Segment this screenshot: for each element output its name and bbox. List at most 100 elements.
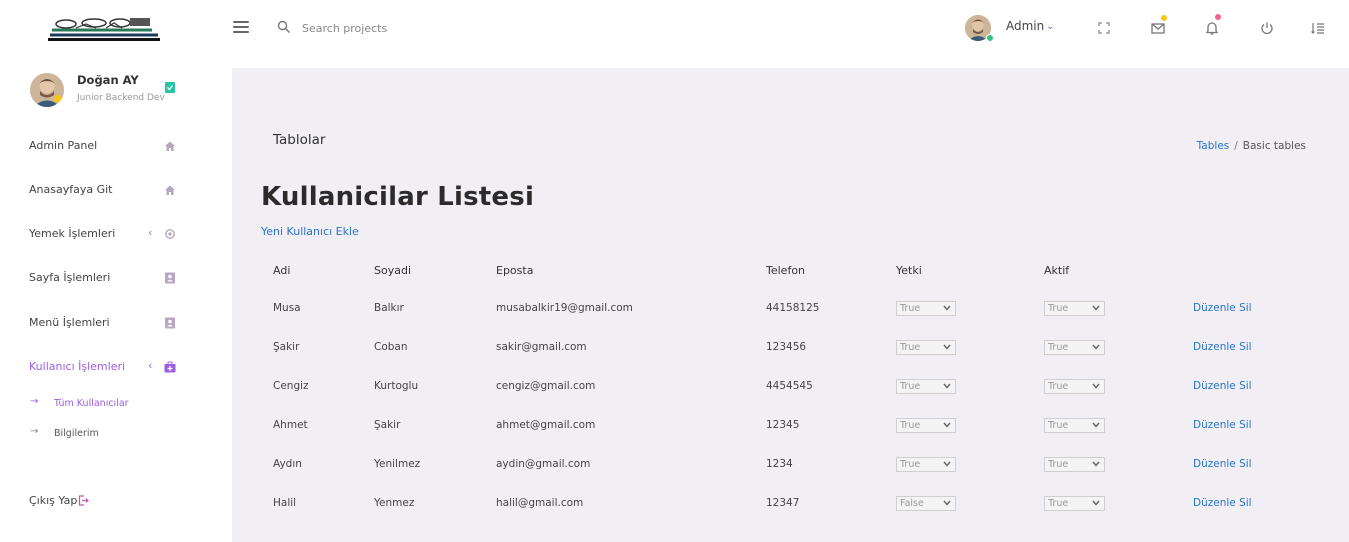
chevron-down-icon (943, 422, 951, 428)
profile-role: Junior Backend Dev (77, 93, 165, 103)
menu-icon[interactable] (233, 21, 249, 35)
row-actions: Düzenle Sil (1193, 341, 1252, 353)
breadcrumb-separator: / (1234, 140, 1238, 152)
sidebar-item-menu[interactable]: Menü İşlemleri (0, 314, 232, 334)
select-value: True (1048, 342, 1069, 353)
aktif-select[interactable]: True (1044, 301, 1105, 316)
table-row: Musa Balkır musabalkir19@gmail.com 44158125… (232, 299, 1349, 319)
column-header-adi: Adi (273, 264, 291, 277)
cell-eposta: ahmet@gmail.com (496, 419, 596, 431)
column-header-telefon: Telefon (766, 264, 806, 277)
delete-link[interactable]: Sil (1239, 380, 1252, 392)
brand-logo[interactable] (46, 16, 162, 42)
sidebar-item-label: Anasayfaya Git (29, 183, 113, 196)
logout-icon[interactable] (78, 495, 89, 506)
sidebar-subitem-bilgilerim[interactable]: → Bilgilerim (0, 426, 232, 442)
edit-link[interactable]: Düzenle (1193, 380, 1236, 392)
column-header-soyadi: Soyadi (374, 264, 412, 277)
select-value: False (900, 498, 924, 509)
select-value: True (900, 459, 921, 470)
bell-icon[interactable] (1204, 20, 1220, 36)
cell-adi: Şakir (273, 341, 300, 353)
arrow-right-icon: → (30, 426, 39, 437)
sidebar-subitem-label: Tüm Kullanıcılar (54, 398, 129, 409)
chevron-left-icon: ‹ (148, 226, 153, 239)
home-icon (165, 141, 175, 151)
table-row: Şakir Coban sakir@gmail.com 123456 True True D… (232, 338, 1349, 358)
fullscreen-icon[interactable] (1096, 20, 1112, 36)
edit-link[interactable]: Düzenle (1193, 341, 1236, 353)
yetki-select[interactable]: True (896, 457, 956, 472)
search-input[interactable] (302, 18, 502, 38)
delete-link[interactable]: Sil (1239, 497, 1252, 509)
sidebar-item-yemek[interactable]: Yemek İşlemleri ‹ (0, 225, 232, 245)
cell-soyadi: Yenmez (374, 497, 415, 509)
select-value: True (900, 303, 921, 314)
select-value: True (1048, 420, 1069, 431)
sidebar-item-label: Kullanıcı İşlemleri (29, 360, 126, 373)
cell-adi: Cengiz (273, 380, 309, 392)
delete-link[interactable]: Sil (1239, 458, 1252, 470)
aktif-select[interactable]: True (1044, 457, 1105, 472)
row-actions: Düzenle Sil (1193, 419, 1252, 431)
user-avatar[interactable] (965, 15, 994, 42)
table-row: Halil Yenmez halil@gmail.com 12347 False True… (232, 494, 1349, 514)
profile-avatar[interactable] (30, 73, 64, 107)
delete-link[interactable]: Sil (1239, 419, 1252, 431)
cell-eposta: sakir@gmail.com (496, 341, 587, 353)
aktif-select[interactable]: True (1044, 340, 1105, 355)
search-icon (277, 20, 290, 33)
profile-name: Doğan AY (77, 73, 139, 87)
target-icon (165, 229, 175, 239)
sidebar-item-admin-panel[interactable]: Admin Panel (0, 137, 232, 157)
cell-telefon: 123456 (766, 341, 807, 353)
edit-link[interactable]: Düzenle (1193, 302, 1236, 314)
cell-eposta: halil@gmail.com (496, 497, 584, 509)
table-row: Ahmet Şakir ahmet@gmail.com 12345 True True Dü… (232, 416, 1349, 436)
delete-link[interactable]: Sil (1239, 341, 1252, 353)
column-header-eposta: Eposta (496, 264, 534, 277)
mail-icon[interactable] (1150, 20, 1166, 36)
delete-link[interactable]: Sil (1239, 302, 1252, 314)
yetki-select[interactable]: False (896, 496, 956, 511)
cell-soyadi: Yenilmez (374, 458, 421, 470)
user-menu-label[interactable]: Admin (1006, 19, 1044, 33)
yetki-select[interactable]: True (896, 301, 956, 316)
top-bar: Admin ⌄ (0, 0, 1349, 68)
aktif-select[interactable]: True (1044, 418, 1105, 433)
row-actions: Düzenle Sil (1193, 380, 1252, 392)
select-value: True (900, 420, 921, 431)
chevron-down-icon (943, 344, 951, 350)
breadcrumb-link-tables[interactable]: Tables (1197, 140, 1230, 152)
mail-badge (1161, 15, 1167, 21)
sidebar-item-kullanici[interactable]: Kullanıcı İşlemleri ‹ (0, 358, 232, 378)
sidebar-item-anasayfa[interactable]: Anasayfaya Git (0, 181, 232, 201)
arrow-right-icon: → (30, 396, 39, 407)
settings-list-icon[interactable] (1310, 20, 1326, 36)
logout-link[interactable]: Çıkış Yap (29, 494, 77, 507)
edit-link[interactable]: Düzenle (1193, 497, 1236, 509)
cell-telefon: 1234 (766, 458, 793, 470)
power-icon[interactable] (1259, 20, 1275, 36)
chevron-down-icon (943, 500, 951, 506)
user-add-icon (164, 361, 176, 373)
yetki-select[interactable]: True (896, 418, 956, 433)
yetki-select[interactable]: True (896, 340, 956, 355)
yetki-select[interactable]: True (896, 379, 956, 394)
sidebar-item-label: Menü İşlemleri (29, 316, 110, 329)
edit-link[interactable]: Düzenle (1193, 458, 1236, 470)
add-user-link[interactable]: Yeni Kullanıcı Ekle (261, 225, 359, 238)
cell-telefon: 44158125 (766, 302, 820, 314)
chevron-down-icon[interactable]: ⌄ (1046, 21, 1054, 32)
aktif-select[interactable]: True (1044, 379, 1105, 394)
sidebar-subitem-tum-kullanicilar[interactable]: → Tüm Kullanıcılar (0, 396, 232, 412)
sidebar-item-sayfa[interactable]: Sayfa İşlemleri (0, 269, 232, 289)
edit-link[interactable]: Düzenle (1193, 419, 1236, 431)
sidebar-subitem-label: Bilgilerim (54, 428, 99, 439)
online-status-dot (986, 34, 994, 42)
contact-book-icon (165, 272, 175, 284)
chevron-down-icon (1092, 500, 1100, 506)
aktif-select[interactable]: True (1044, 496, 1105, 511)
bell-badge (1215, 14, 1221, 20)
select-value: True (1048, 498, 1069, 509)
